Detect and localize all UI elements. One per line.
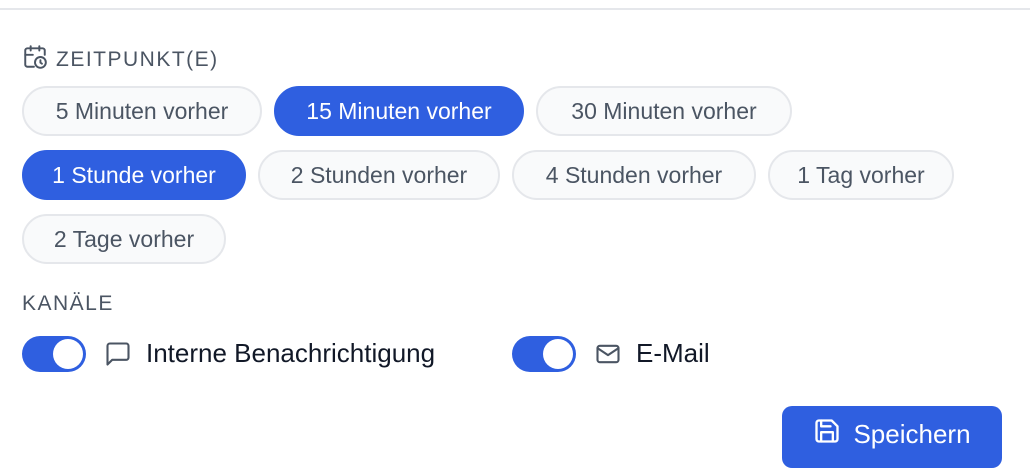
internal-notification-toggle[interactable] — [22, 336, 86, 372]
timing-option-30-min[interactable]: 30 Minuten vorher — [536, 86, 792, 136]
email-label: E-Mail — [636, 338, 710, 368]
timing-option-15-min[interactable]: 15 Minuten vorher — [274, 86, 524, 136]
mail-icon — [594, 340, 622, 368]
kanale-section-label: KANÄLE — [22, 292, 114, 316]
message-icon — [104, 340, 132, 368]
kanale-label: KANÄLE — [22, 292, 114, 315]
timing-option-2-hours[interactable]: 2 Stunden vorher — [258, 150, 500, 200]
zeitpunkte-section-label: ZEITPUNKT(E) — [22, 44, 219, 76]
timing-option-2-days[interactable]: 2 Tage vorher — [22, 214, 226, 264]
toggle-knob — [53, 339, 83, 369]
save-button[interactable]: Speichern — [782, 406, 1002, 468]
save-button-label: Speichern — [853, 418, 971, 449]
save-icon — [813, 417, 841, 452]
timing-option-5-min[interactable]: 5 Minuten vorher — [22, 86, 262, 136]
toggle-knob — [543, 339, 573, 369]
timing-option-4-hours[interactable]: 4 Stunden vorher — [512, 150, 756, 200]
calendar-clock-icon — [22, 44, 48, 76]
zeitpunkte-label: ZEITPUNKT(E) — [56, 48, 219, 71]
top-divider — [0, 8, 1030, 10]
email-toggle[interactable] — [512, 336, 576, 372]
timing-option-1-day[interactable]: 1 Tag vorher — [768, 150, 954, 200]
timing-option-1-hour[interactable]: 1 Stunde vorher — [22, 150, 246, 200]
internal-notification-label: Interne Benachrichtigung — [146, 338, 436, 368]
